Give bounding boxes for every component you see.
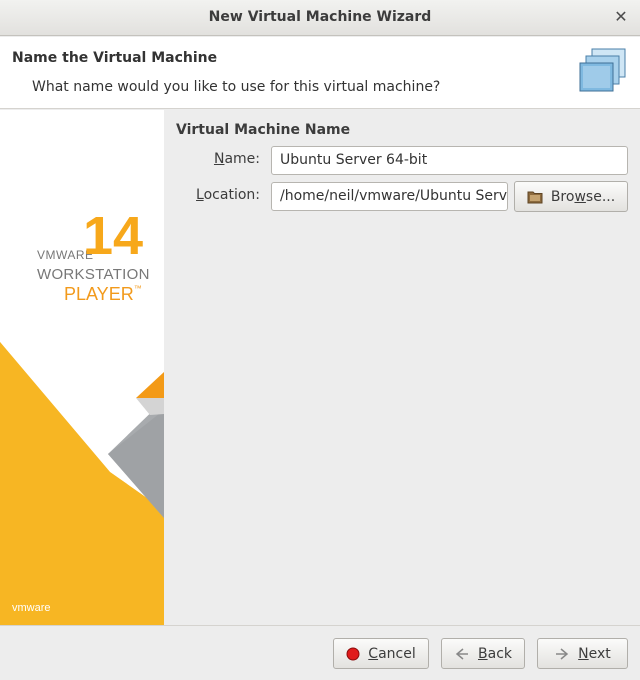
browse-button-label: Browse... bbox=[551, 189, 615, 205]
location-label-mnemonic: L bbox=[196, 187, 204, 203]
next-arrow-icon bbox=[556, 647, 569, 660]
section-title: Virtual Machine Name bbox=[176, 122, 351, 138]
browse-label-mnemonic: w bbox=[574, 188, 586, 205]
next-mnemonic: N bbox=[578, 645, 589, 662]
name-input[interactable]: Ubuntu Server 64-bit bbox=[271, 146, 628, 175]
wizard-footer: Cancel Back Next bbox=[0, 625, 640, 680]
browse-label-pre: Bro bbox=[550, 188, 575, 205]
window-titlebar: New Virtual Machine Wizard ✕ bbox=[0, 0, 640, 36]
product-name-player-text: PLAYER bbox=[64, 284, 134, 304]
cancel-button-label: Cancel bbox=[368, 646, 415, 662]
product-banner: VMWARE 14 WORKSTATION PLAYER™ vmware bbox=[0, 110, 164, 625]
page-title: Name the Virtual Machine bbox=[12, 50, 218, 66]
next-button-label: Next bbox=[578, 646, 611, 662]
back-mnemonic: B bbox=[478, 645, 488, 662]
back-label-rest: ack bbox=[487, 645, 512, 662]
name-label: Name: bbox=[164, 151, 260, 167]
window-title: New Virtual Machine Wizard bbox=[208, 9, 432, 25]
browse-label-post: se... bbox=[585, 188, 616, 205]
cancel-mnemonic: C bbox=[368, 645, 379, 662]
wizard-content: Virtual Machine Name Name: Ubuntu Server… bbox=[164, 110, 640, 625]
cancel-label-rest: ancel bbox=[378, 645, 416, 662]
page-subtitle: What name would you like to use for this… bbox=[32, 79, 441, 95]
virtual-machines-icon bbox=[579, 48, 626, 92]
folder-icon bbox=[527, 191, 543, 203]
location-label-text: ocation: bbox=[203, 187, 260, 203]
product-name-player: PLAYER™ bbox=[64, 284, 142, 305]
stop-icon bbox=[346, 647, 360, 660]
close-icon[interactable]: ✕ bbox=[612, 7, 630, 27]
trademark-symbol: ™ bbox=[133, 284, 142, 293]
back-button-label: Back bbox=[478, 646, 512, 662]
back-arrow-icon bbox=[455, 647, 468, 660]
vmware-footer-logo: vmware bbox=[12, 602, 51, 614]
back-button[interactable]: Back bbox=[441, 638, 525, 669]
product-name-workstation: WORKSTATION bbox=[37, 266, 150, 283]
browse-button[interactable]: Browse... bbox=[514, 181, 628, 212]
next-button[interactable]: Next bbox=[537, 638, 628, 669]
cancel-button[interactable]: Cancel bbox=[333, 638, 429, 669]
wizard-header: Name the Virtual Machine What name would… bbox=[0, 37, 640, 109]
name-label-mnemonic: N bbox=[213, 151, 225, 167]
name-label-text: ame: bbox=[224, 151, 260, 167]
location-label: Location: bbox=[164, 187, 260, 203]
next-label-rest: ext bbox=[588, 645, 611, 662]
version-number: 14 bbox=[83, 206, 144, 266]
location-input[interactable]: /home/neil/vmware/Ubuntu Server 64-bit bbox=[271, 182, 508, 211]
